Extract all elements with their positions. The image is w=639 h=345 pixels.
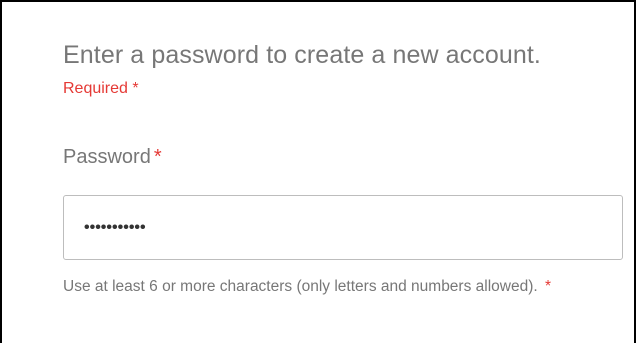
password-label-text: Password [63,146,151,168]
password-input[interactable] [63,195,623,260]
password-required-star: * [153,146,162,168]
password-hint-star: * [545,278,552,295]
password-hint: Use at least 6 or more characters (only … [63,274,583,299]
password-label: Password * [63,146,162,169]
form-panel: Enter a password to create a new account… [0,0,636,343]
form-heading: Enter a password to create a new account… [63,41,541,69]
required-note: Required * [63,80,139,97]
password-hint-text: Use at least 6 or more characters (only … [63,278,538,295]
